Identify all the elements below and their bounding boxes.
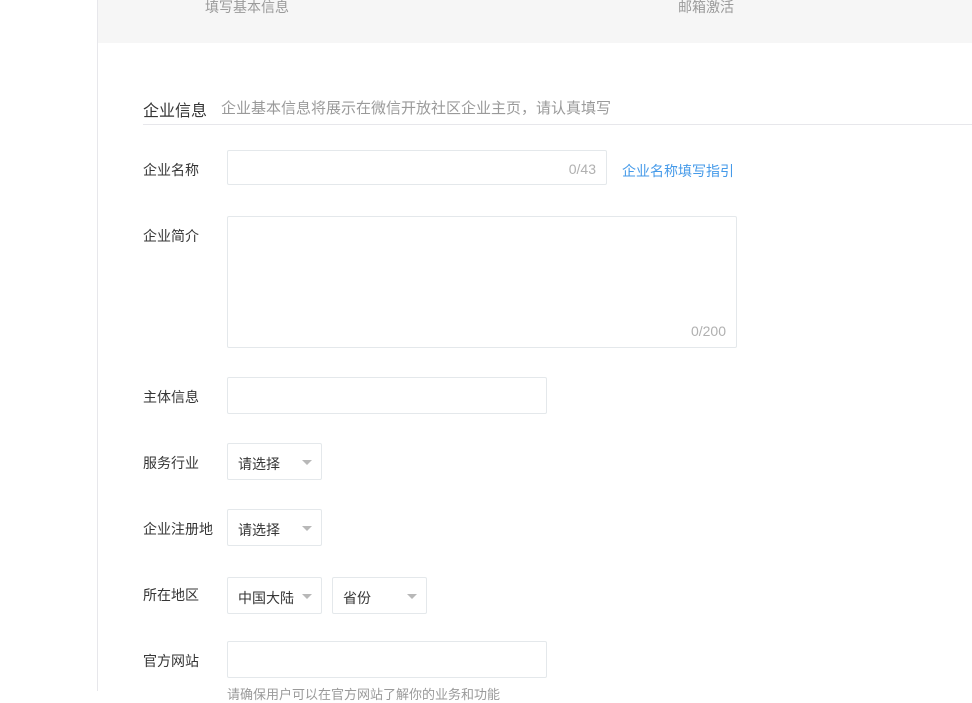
website-input[interactable] xyxy=(227,641,547,678)
section-title: 企业信息 xyxy=(143,103,208,120)
section-description: 企业基本信息将展示在微信开放社区企业主页，请认真填写 xyxy=(221,100,612,117)
section-divider xyxy=(143,124,972,125)
registration-place-selected: 请选择 xyxy=(238,522,280,538)
company-name-guide-link[interactable]: 企业名称填写指引 xyxy=(622,161,734,181)
service-industry-select[interactable]: 请选择 xyxy=(227,443,322,480)
entity-info-input[interactable] xyxy=(227,377,547,414)
company-name-input[interactable]: 0/43 xyxy=(227,150,607,185)
caret-down-icon xyxy=(302,526,312,531)
caret-down-icon xyxy=(302,594,312,599)
service-industry-selected: 请选择 xyxy=(238,456,280,472)
step-email-activation: 邮箱激活 xyxy=(678,0,734,15)
region-province-select[interactable]: 省份 xyxy=(332,577,427,614)
company-intro-label: 企业简介 xyxy=(143,228,199,244)
website-label: 官方网站 xyxy=(143,653,199,669)
region-label: 所在地区 xyxy=(143,587,199,603)
main-panel: 填写基本信息 邮箱激活 企业信息 企业基本信息将展示在微信开放社区企业主页，请认… xyxy=(97,0,972,702)
company-intro-counter: 0/200 xyxy=(690,323,726,339)
company-name-counter: 0/43 xyxy=(568,161,596,177)
left-gutter xyxy=(0,0,97,691)
company-intro-textarea[interactable]: 0/200 xyxy=(227,216,737,348)
entity-info-label: 主体信息 xyxy=(143,389,199,405)
caret-down-icon xyxy=(407,594,417,599)
caret-down-icon xyxy=(302,460,312,465)
region-country-selected: 中国大陆 xyxy=(238,590,294,606)
region-country-select[interactable]: 中国大陆 xyxy=(227,577,322,614)
website-hint: 请确保用户可以在官方网站了解你的业务和功能 xyxy=(227,687,501,702)
company-name-label: 企业名称 xyxy=(143,162,199,178)
step-progress-bar: 填写基本信息 邮箱激活 xyxy=(98,0,972,43)
service-industry-label: 服务行业 xyxy=(143,455,199,471)
registration-place-label: 企业注册地 xyxy=(143,521,213,537)
registration-place-select[interactable]: 请选择 xyxy=(227,509,322,546)
step-fill-basic-info: 填写基本信息 xyxy=(205,0,289,15)
region-province-selected: 省份 xyxy=(343,590,371,606)
